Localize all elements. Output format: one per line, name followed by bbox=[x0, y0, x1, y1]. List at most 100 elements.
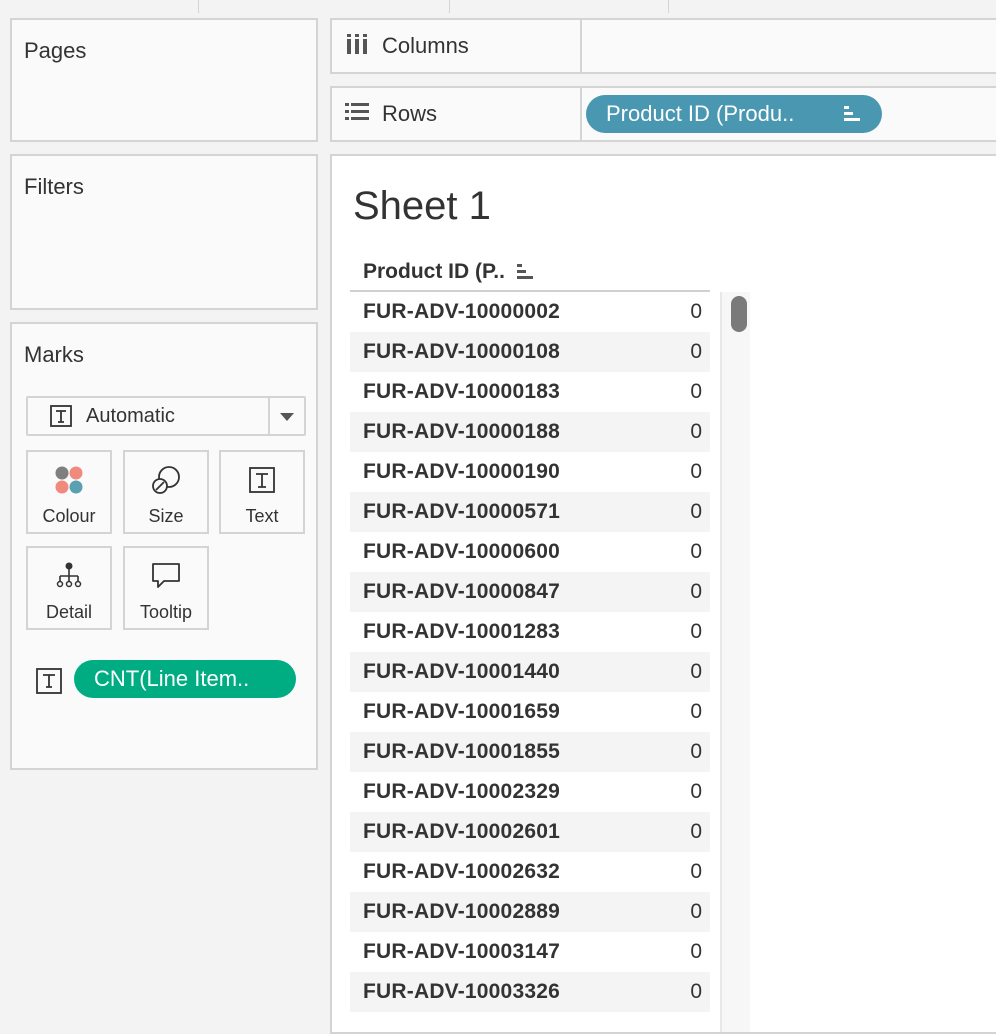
sort-descending-icon[interactable] bbox=[515, 263, 535, 281]
product-id-cell[interactable]: FUR-ADV-10000571 bbox=[363, 500, 560, 524]
sort-descending-icon bbox=[844, 106, 860, 121]
table-row[interactable]: FUR-ADV-10002329 0 bbox=[350, 772, 710, 812]
product-id-cell[interactable]: FUR-ADV-10000108 bbox=[363, 340, 560, 364]
detail-hierarchy-icon bbox=[56, 562, 82, 588]
product-id-cell[interactable]: FUR-ADV-10003147 bbox=[363, 940, 560, 964]
count-cell[interactable]: 0 bbox=[690, 900, 702, 924]
count-cell[interactable]: 0 bbox=[690, 740, 702, 764]
columns-icon bbox=[347, 34, 367, 54]
pill-label: Product ID (Produ.. bbox=[606, 101, 795, 126]
colour-button[interactable]: Colour bbox=[26, 450, 112, 534]
count-cell[interactable]: 0 bbox=[690, 340, 702, 364]
text-mark-icon bbox=[50, 405, 72, 427]
colour-label: Colour bbox=[42, 506, 96, 526]
count-cell[interactable]: 0 bbox=[690, 620, 702, 644]
count-cell[interactable]: 0 bbox=[690, 460, 702, 484]
count-cell[interactable]: 0 bbox=[690, 980, 702, 1004]
count-cell[interactable]: 0 bbox=[690, 820, 702, 844]
count-cell[interactable]: 0 bbox=[690, 580, 702, 604]
product-id-cell[interactable]: FUR-ADV-10000190 bbox=[363, 460, 560, 484]
table-row[interactable]: FUR-ADV-10002632 0 bbox=[350, 852, 710, 892]
table-row[interactable]: FUR-ADV-10001440 0 bbox=[350, 652, 710, 692]
vertical-scrollbar[interactable] bbox=[720, 292, 750, 1032]
column-header[interactable]: Product ID (P.. bbox=[363, 260, 535, 284]
product-id-cell[interactable]: FUR-ADV-10001283 bbox=[363, 620, 560, 644]
toolbar-divider bbox=[668, 0, 669, 13]
product-id-cell[interactable]: FUR-ADV-10001440 bbox=[363, 660, 560, 684]
table-row[interactable]: FUR-ADV-10000183 0 bbox=[350, 372, 710, 412]
pages-title: Pages bbox=[24, 38, 87, 63]
product-id-pill[interactable]: Product ID (Produ.. bbox=[586, 95, 882, 133]
table-row[interactable]: FUR-ADV-10000600 0 bbox=[350, 532, 710, 572]
product-id-cell[interactable]: FUR-ADV-10002329 bbox=[363, 780, 560, 804]
worksheet-view: Sheet 1 Product ID (P.. FUR-ADV-10000002… bbox=[330, 154, 996, 1034]
count-cell[interactable]: 0 bbox=[690, 540, 702, 564]
product-id-cell[interactable]: FUR-ADV-10000188 bbox=[363, 420, 560, 444]
tooltip-label: Tooltip bbox=[139, 602, 193, 622]
product-id-cell[interactable]: FUR-ADV-10001659 bbox=[363, 700, 560, 724]
pill-label: CNT(Line Item.. bbox=[94, 666, 250, 691]
mark-type-dropdown[interactable]: Automatic bbox=[26, 396, 306, 436]
table-row[interactable]: FUR-ADV-10000571 0 bbox=[350, 492, 710, 532]
size-button[interactable]: Size bbox=[123, 450, 209, 534]
mark-type-label: Automatic bbox=[86, 405, 175, 427]
rows-icon bbox=[345, 103, 369, 120]
count-cell[interactable]: 0 bbox=[690, 420, 702, 444]
tooltip-button[interactable]: Tooltip bbox=[123, 546, 209, 630]
text-icon bbox=[249, 467, 275, 493]
count-cell[interactable]: 0 bbox=[690, 380, 702, 404]
text-label: Text bbox=[245, 506, 279, 526]
count-cell[interactable]: 0 bbox=[690, 940, 702, 964]
rows-shelf[interactable]: Rows Product ID (Produ.. bbox=[330, 86, 996, 142]
columns-label: Columns bbox=[382, 33, 469, 58]
count-cell[interactable]: 0 bbox=[690, 660, 702, 684]
table-row[interactable]: FUR-ADV-10002601 0 bbox=[350, 812, 710, 852]
size-icon bbox=[152, 466, 180, 494]
toolbar-divider bbox=[198, 0, 199, 13]
columns-shelf[interactable]: Columns bbox=[330, 18, 996, 74]
product-id-cell[interactable]: FUR-ADV-10000600 bbox=[363, 540, 560, 564]
table-row[interactable]: FUR-ADV-10000847 0 bbox=[350, 572, 710, 612]
rows-label: Rows bbox=[382, 101, 438, 126]
filters-shelf[interactable]: Filters bbox=[10, 154, 318, 310]
detail-button[interactable]: Detail bbox=[26, 546, 112, 630]
count-cell[interactable]: 0 bbox=[690, 500, 702, 524]
text-encoding-icon[interactable] bbox=[36, 668, 62, 694]
table-row[interactable]: FUR-ADV-10001855 0 bbox=[350, 732, 710, 772]
toolbar-divider bbox=[449, 0, 450, 13]
product-id-cell[interactable]: FUR-ADV-10003326 bbox=[363, 980, 560, 1004]
columns-shelf-label: Columns bbox=[332, 20, 582, 72]
product-id-cell[interactable]: FUR-ADV-10000002 bbox=[363, 300, 560, 324]
count-cell[interactable]: 0 bbox=[690, 780, 702, 804]
data-table: FUR-ADV-10000002 0 FUR-ADV-10000108 0 FUR-AD… bbox=[350, 292, 710, 1012]
text-button[interactable]: Text bbox=[219, 450, 305, 534]
chevron-down-icon[interactable] bbox=[280, 413, 294, 421]
pages-shelf[interactable]: Pages bbox=[10, 18, 318, 142]
product-id-cell[interactable]: FUR-ADV-10002632 bbox=[363, 860, 560, 884]
table-row[interactable]: FUR-ADV-10000190 0 bbox=[350, 452, 710, 492]
table-row[interactable]: FUR-ADV-10003326 0 bbox=[350, 972, 710, 1012]
product-id-cell[interactable]: FUR-ADV-10000847 bbox=[363, 580, 560, 604]
table-row[interactable]: FUR-ADV-10002889 0 bbox=[350, 892, 710, 932]
count-cell[interactable]: 0 bbox=[690, 300, 702, 324]
table-row[interactable]: FUR-ADV-10000002 0 bbox=[350, 292, 710, 332]
scrollbar-thumb[interactable] bbox=[731, 296, 747, 332]
product-id-cell[interactable]: FUR-ADV-10000183 bbox=[363, 380, 560, 404]
count-cell[interactable]: 0 bbox=[690, 700, 702, 724]
table-row[interactable]: FUR-ADV-10003147 0 bbox=[350, 932, 710, 972]
table-row[interactable]: FUR-ADV-10001283 0 bbox=[350, 612, 710, 652]
product-id-cell[interactable]: FUR-ADV-10001855 bbox=[363, 740, 560, 764]
sheet-title[interactable]: Sheet 1 bbox=[353, 184, 491, 229]
marks-title: Marks bbox=[24, 342, 84, 367]
count-cell[interactable]: 0 bbox=[690, 860, 702, 884]
product-id-cell[interactable]: FUR-ADV-10002889 bbox=[363, 900, 560, 924]
table-row[interactable]: FUR-ADV-10000188 0 bbox=[350, 412, 710, 452]
dropdown-divider bbox=[268, 398, 270, 434]
cnt-line-item-pill[interactable]: CNT(Line Item.. bbox=[74, 660, 296, 698]
product-id-cell[interactable]: FUR-ADV-10002601 bbox=[363, 820, 560, 844]
table-row[interactable]: FUR-ADV-10000108 0 bbox=[350, 332, 710, 372]
filters-title: Filters bbox=[24, 174, 84, 199]
table-row[interactable]: FUR-ADV-10001659 0 bbox=[350, 692, 710, 732]
tooltip-speech-icon bbox=[152, 563, 180, 588]
size-label: Size bbox=[148, 506, 184, 526]
